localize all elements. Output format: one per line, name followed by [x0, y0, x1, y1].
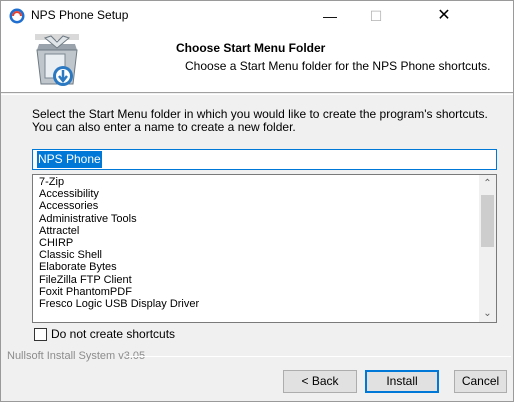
window-title: NPS Phone Setup: [31, 8, 129, 22]
folder-list-item[interactable]: Elaborate Bytes: [39, 261, 475, 273]
folder-list-item[interactable]: Administrative Tools: [39, 213, 475, 225]
maximize-button[interactable]: ☐: [353, 1, 399, 31]
minimize-button[interactable]: —: [307, 1, 353, 31]
page-title: Choose Start Menu Folder: [176, 41, 326, 55]
cancel-button[interactable]: Cancel: [454, 370, 507, 393]
back-button[interactable]: < Back: [283, 370, 357, 393]
folder-name-input[interactable]: NPS Phone: [32, 149, 497, 170]
setup-window: NPS Phone Setup — ☐ ✕ Choose Start Menu …: [0, 0, 514, 402]
installer-box-icon: [35, 34, 79, 86]
app-icon: [9, 8, 25, 24]
folder-list-items: 7-Zip Accessibility Accessories Administrat…: [39, 176, 475, 310]
page-subtitle: Choose a Start Menu folder for the NPS P…: [185, 59, 491, 73]
folder-name-value[interactable]: NPS Phone: [37, 151, 102, 168]
scroll-up-arrow-icon[interactable]: ⌃: [479, 175, 496, 192]
folder-list-item[interactable]: Attractel: [39, 225, 475, 237]
footer-divider: [127, 356, 511, 357]
install-button[interactable]: Install: [365, 370, 439, 393]
header-divider: [1, 94, 513, 95]
list-scrollbar[interactable]: ⌃ ⌄: [479, 175, 496, 322]
branding-text: Nullsoft Install System v3.05: [7, 350, 146, 362]
scroll-down-arrow-icon[interactable]: ⌄: [479, 305, 496, 322]
folder-list-item[interactable]: FileZilla FTP Client: [39, 274, 475, 286]
folder-list-item[interactable]: Accessibility: [39, 188, 475, 200]
folder-list-item[interactable]: Accessories: [39, 200, 475, 212]
folder-list-item[interactable]: CHIRP: [39, 237, 475, 249]
wizard-header: Choose Start Menu Folder Choose a Start …: [1, 31, 513, 93]
start-menu-folder-list[interactable]: 7-Zip Accessibility Accessories Administrat…: [32, 174, 497, 323]
title-bar[interactable]: NPS Phone Setup — ☐ ✕: [1, 1, 513, 31]
no-shortcuts-label[interactable]: Do not create shortcuts: [51, 327, 175, 341]
folder-list-item[interactable]: Foxit PhantomPDF: [39, 286, 475, 298]
no-shortcuts-checkbox[interactable]: [34, 328, 47, 341]
folder-list-item[interactable]: Classic Shell: [39, 249, 475, 261]
instructions-text: Select the Start Menu folder in which yo…: [32, 107, 488, 134]
folder-list-item[interactable]: 7-Zip: [39, 176, 475, 188]
folder-list-item[interactable]: Fresco Logic USB Display Driver: [39, 298, 475, 310]
scroll-thumb[interactable]: [481, 195, 494, 247]
close-button[interactable]: ✕: [421, 1, 467, 31]
